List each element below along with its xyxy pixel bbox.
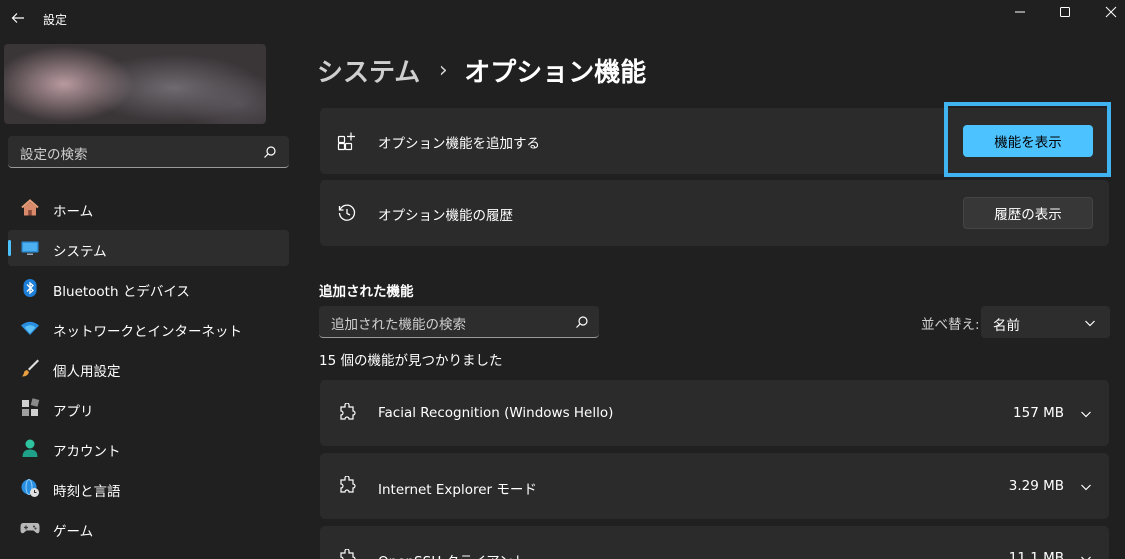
minimize-icon <box>1015 11 1025 13</box>
puzzle-icon <box>340 403 356 420</box>
sidebar-item-label: システム <box>53 244 107 260</box>
breadcrumb-separator: › <box>438 57 448 83</box>
view-history-button[interactable]: 履歴の表示 <box>963 197 1093 229</box>
section-title: 追加された機能 <box>319 284 414 300</box>
chevron-down-icon <box>1085 320 1095 327</box>
feature-name: OpenSSH クライアント <box>378 550 526 559</box>
history-icon <box>338 204 356 221</box>
chevron-down-icon[interactable] <box>1080 481 1092 493</box>
installed-features-search-input[interactable]: 追加された機能の検索 <box>319 306 599 338</box>
sidebar-item-label: ゲーム <box>53 524 94 540</box>
sidebar-item-accounts[interactable]: アカウント <box>8 430 289 466</box>
sidebar-item-gaming[interactable]: ゲーム <box>8 510 289 546</box>
close-button[interactable] <box>1088 0 1125 24</box>
sidebar-item-home[interactable]: ホーム <box>8 190 289 226</box>
globe-clock-icon <box>21 479 39 497</box>
wifi-icon <box>21 321 39 335</box>
paintbrush-icon <box>22 359 39 377</box>
back-arrow-icon[interactable] <box>9 9 27 27</box>
feature-row-internet-explorer[interactable]: Internet Explorer モード 3.29 MB <box>320 453 1109 519</box>
person-icon <box>22 439 38 457</box>
sidebar-item-bluetooth[interactable]: Bluetooth とデバイス <box>8 270 289 306</box>
page-title: オプション機能 <box>464 57 647 88</box>
feature-row-facial-recognition[interactable]: Facial Recognition (Windows Hello) 157 M… <box>320 380 1109 446</box>
result-count: 15 個の機能が見つかりました <box>319 353 503 369</box>
breadcrumb: システム › オプション機能 <box>317 52 646 88</box>
settings-search-placeholder: 設定の検索 <box>20 147 88 163</box>
add-grid-icon <box>337 132 355 151</box>
sidebar-item-personalization[interactable]: 個人用設定 <box>8 350 289 386</box>
maximize-button[interactable] <box>1042 0 1088 24</box>
monitor-icon <box>21 241 39 255</box>
sidebar-item-time-language[interactable]: 時刻と言語 <box>8 470 289 506</box>
app-title: 設定 <box>43 13 68 27</box>
title-bar: 設定 <box>0 0 1125 40</box>
sidebar-item-system[interactable]: システム <box>8 230 289 266</box>
installed-search-placeholder: 追加された機能の検索 <box>331 317 466 333</box>
sidebar-item-apps[interactable]: アプリ <box>8 390 289 426</box>
sidebar-item-label: アプリ <box>53 404 94 420</box>
close-icon <box>1105 6 1117 18</box>
add-feature-label: オプション機能を追加する <box>378 136 540 152</box>
history-label: オプション機能の履歴 <box>378 208 513 224</box>
bluetooth-icon <box>23 279 37 297</box>
puzzle-icon <box>340 549 356 559</box>
apps-icon <box>22 398 40 416</box>
feature-name: Facial Recognition (Windows Hello) <box>378 405 614 421</box>
search-icon[interactable] <box>263 145 277 159</box>
puzzle-icon <box>340 476 356 493</box>
minimize-button[interactable] <box>997 0 1043 24</box>
sort-label: 並べ替え: <box>921 317 980 333</box>
sidebar-item-network[interactable]: ネットワークとインターネット <box>8 310 289 346</box>
settings-search-input[interactable]: 設定の検索 <box>8 136 289 168</box>
breadcrumb-parent-link[interactable]: システム <box>317 52 420 89</box>
home-icon <box>21 199 39 216</box>
feature-size: 11.1 MB <box>1008 550 1064 559</box>
sidebar-item-label: アカウント <box>53 444 121 460</box>
sidebar-item-label: 時刻と言語 <box>53 484 121 500</box>
sort-value: 名前 <box>993 318 1020 334</box>
highlight-annotation <box>944 102 1111 177</box>
chevron-down-icon[interactable] <box>1080 408 1092 420</box>
sidebar-item-label: 個人用設定 <box>53 364 121 380</box>
gamepad-icon <box>20 523 40 534</box>
feature-name: Internet Explorer モード <box>378 482 537 498</box>
sidebar-item-label: Bluetooth とデバイス <box>53 284 190 300</box>
selection-indicator <box>8 240 11 256</box>
feature-size: 157 MB <box>1013 405 1064 421</box>
user-profile[interactable] <box>4 44 266 124</box>
maximize-icon <box>1060 7 1070 17</box>
feature-row-openssh[interactable]: OpenSSH クライアント 11.1 MB <box>320 526 1109 559</box>
feature-size: 3.29 MB <box>1008 478 1064 494</box>
sort-dropdown[interactable]: 名前 <box>981 306 1110 338</box>
search-icon[interactable] <box>575 315 589 329</box>
sidebar-item-label: ホーム <box>53 204 94 220</box>
chevron-down-icon[interactable] <box>1080 553 1092 559</box>
sidebar-item-label: ネットワークとインターネット <box>53 324 242 340</box>
